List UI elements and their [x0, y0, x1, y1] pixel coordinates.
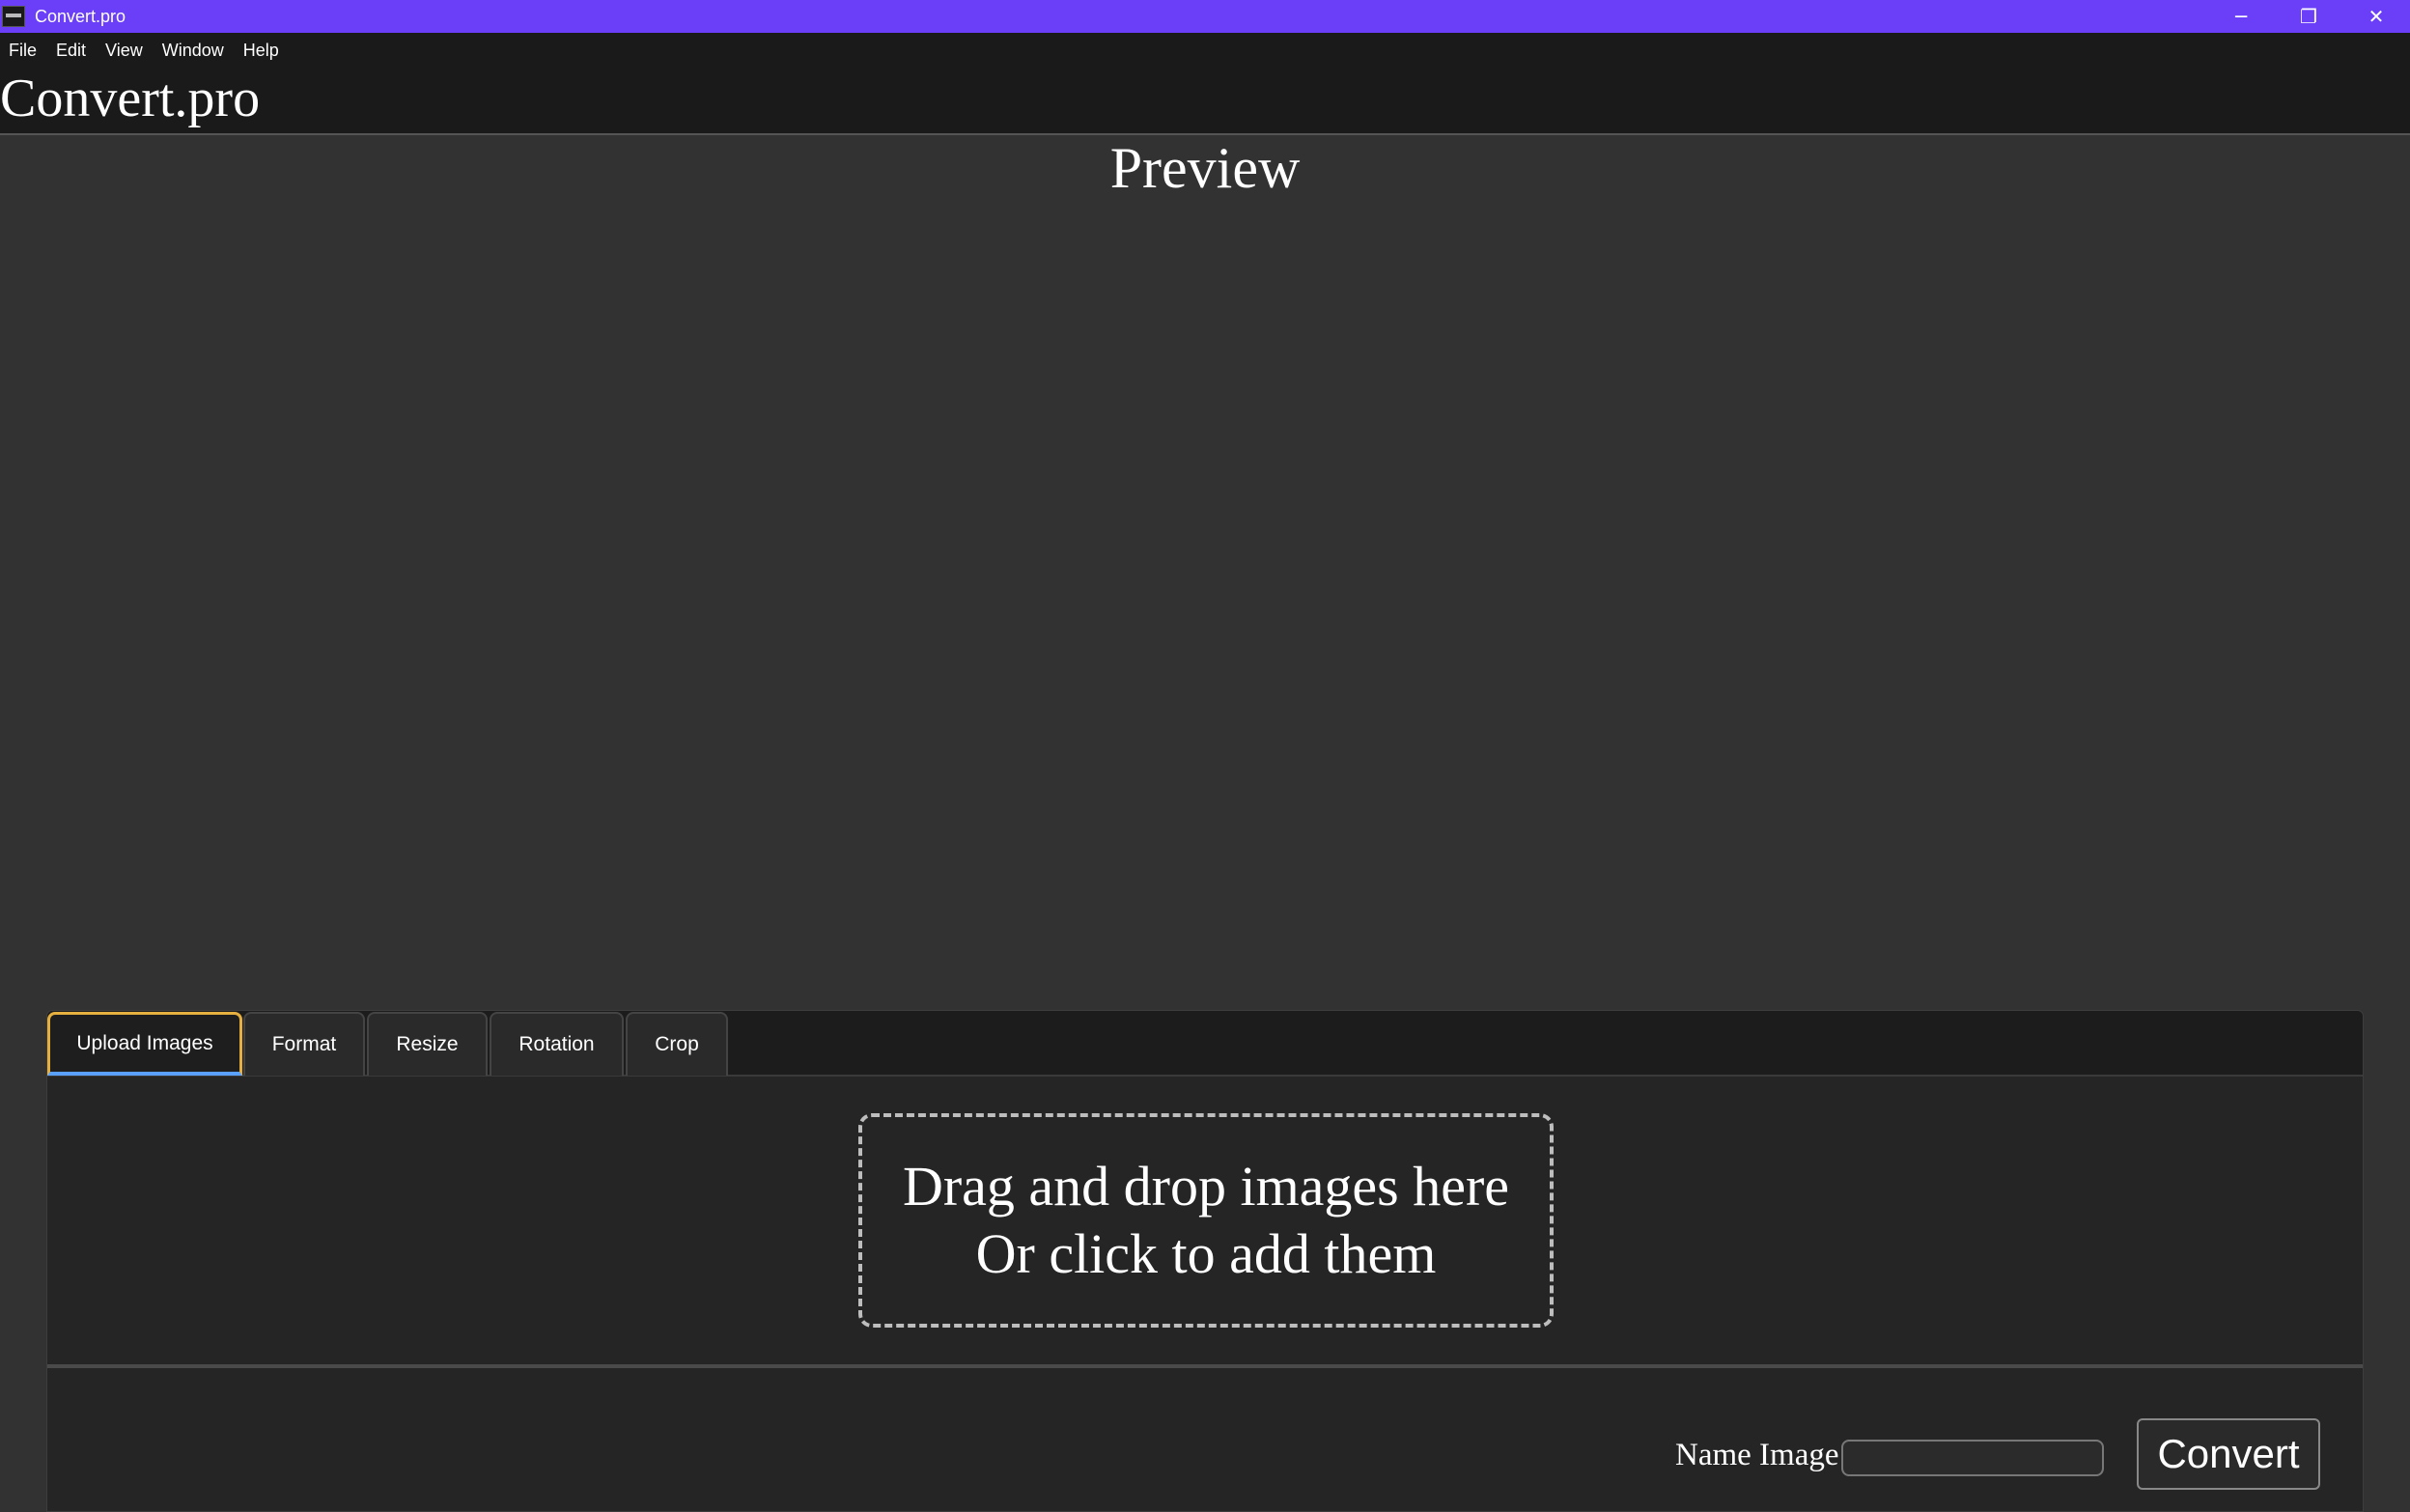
restore-button[interactable]: ❐: [2275, 0, 2342, 33]
title-bar[interactable]: Convert.pro ─ ❐ ✕: [0, 0, 2410, 33]
minimize-button[interactable]: ─: [2207, 0, 2275, 33]
window-title: Convert.pro: [35, 6, 126, 26]
preview-title: Preview: [1109, 136, 1301, 200]
panel-divider: [47, 1364, 2363, 1368]
tab-resize[interactable]: Resize: [367, 1012, 488, 1076]
tab-upload-images[interactable]: Upload Images: [47, 1012, 242, 1076]
convert-button[interactable]: Convert: [2137, 1418, 2320, 1490]
menu-edit[interactable]: Edit: [46, 41, 96, 61]
app-title: Convert.pro: [0, 69, 261, 128]
close-icon: ✕: [2368, 5, 2385, 28]
image-dropzone[interactable]: Drag and drop images here Or click to ad…: [858, 1113, 1554, 1328]
tools-panel: Upload Images Format Resize Rotation Cro…: [46, 1010, 2364, 1512]
tab-format[interactable]: Format: [243, 1012, 365, 1076]
tab-strip: Upload Images Format Resize Rotation Cro…: [47, 1011, 2363, 1077]
menu-help[interactable]: Help: [234, 41, 289, 61]
dropzone-line-1: Drag and drop images here: [902, 1155, 1510, 1218]
menu-window[interactable]: Window: [153, 41, 234, 61]
name-image-input[interactable]: [1841, 1440, 2104, 1476]
close-window-button[interactable]: ✕: [2342, 0, 2410, 33]
minimize-icon: ─: [2234, 5, 2248, 28]
tab-crop[interactable]: Crop: [626, 1012, 728, 1076]
menu-bar: File Edit View Window Help: [0, 33, 2410, 68]
restore-icon: ❐: [2300, 5, 2317, 28]
tab-rotation[interactable]: Rotation: [490, 1012, 624, 1076]
menu-file[interactable]: File: [0, 41, 46, 61]
app-header: Convert.pro: [0, 68, 2410, 135]
menu-view[interactable]: View: [96, 41, 153, 61]
name-image-label: Name Image: [1675, 1438, 1839, 1472]
window-controls: ─ ❐ ✕: [2207, 0, 2410, 33]
dropzone-line-2: Or click to add them: [975, 1222, 1437, 1285]
app-logo-icon: [2, 6, 25, 27]
